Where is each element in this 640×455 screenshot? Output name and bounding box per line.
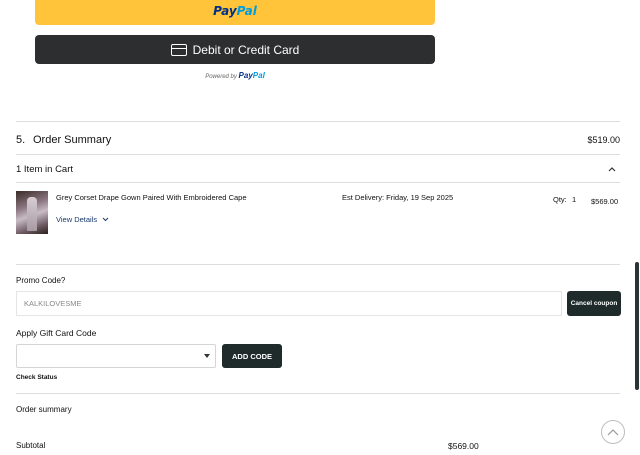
section-divider <box>16 154 620 155</box>
section-divider <box>16 264 620 265</box>
caret-down-icon <box>204 354 210 358</box>
chevron-up-icon <box>607 429 619 436</box>
view-details-link[interactable]: View Details <box>56 215 109 224</box>
gift-card-label: Apply Gift Card Code <box>16 328 97 338</box>
cancel-coupon-button[interactable]: Cancel coupon <box>567 291 621 316</box>
promo-code-input[interactable] <box>16 291 562 316</box>
section-divider <box>16 121 620 122</box>
chevron-up-icon[interactable] <box>608 165 616 174</box>
product-name[interactable]: Grey Corset Drape Gown Paired With Embro… <box>56 193 247 202</box>
product-thumbnail[interactable] <box>16 191 48 234</box>
debit-credit-card-button[interactable]: Debit or Credit Card <box>35 35 435 64</box>
paypal-button[interactable]: PayPal <box>35 0 435 25</box>
powered-by-paypal: Powered by PayPal <box>205 71 265 80</box>
subtotal-label: Subtotal <box>16 441 46 450</box>
qty-value: 1 <box>572 195 577 204</box>
item-price: $569.00 <box>591 197 619 206</box>
order-summary-title: Order Summary <box>33 134 112 146</box>
section-divider <box>16 182 620 183</box>
subtotal-value: $569.00 <box>448 441 479 451</box>
estimated-delivery: Est Delivery: Friday, 19 Sep 2025 <box>342 193 454 202</box>
promo-code-label: Promo Code? <box>16 276 66 285</box>
gift-card-select[interactable] <box>16 344 216 368</box>
order-total: $519.00 <box>587 135 620 145</box>
scrollbar-thumb[interactable] <box>635 262 639 390</box>
section-divider <box>16 393 620 394</box>
order-summary-label: Order summary <box>16 405 72 414</box>
chevron-down-icon <box>102 217 109 222</box>
card-button-label: Debit or Credit Card <box>192 42 300 57</box>
check-status-link[interactable]: Check Status <box>16 374 57 381</box>
paypal-logo: PayPal <box>213 3 257 18</box>
cart-count[interactable]: 1 Item in Cart <box>16 164 73 175</box>
add-code-button[interactable]: ADD CODE <box>222 344 282 368</box>
section-number: 5. <box>16 134 26 146</box>
scroll-to-top-button[interactable] <box>601 420 625 444</box>
credit-card-icon <box>170 43 187 56</box>
qty-label: Qty: <box>553 195 567 204</box>
